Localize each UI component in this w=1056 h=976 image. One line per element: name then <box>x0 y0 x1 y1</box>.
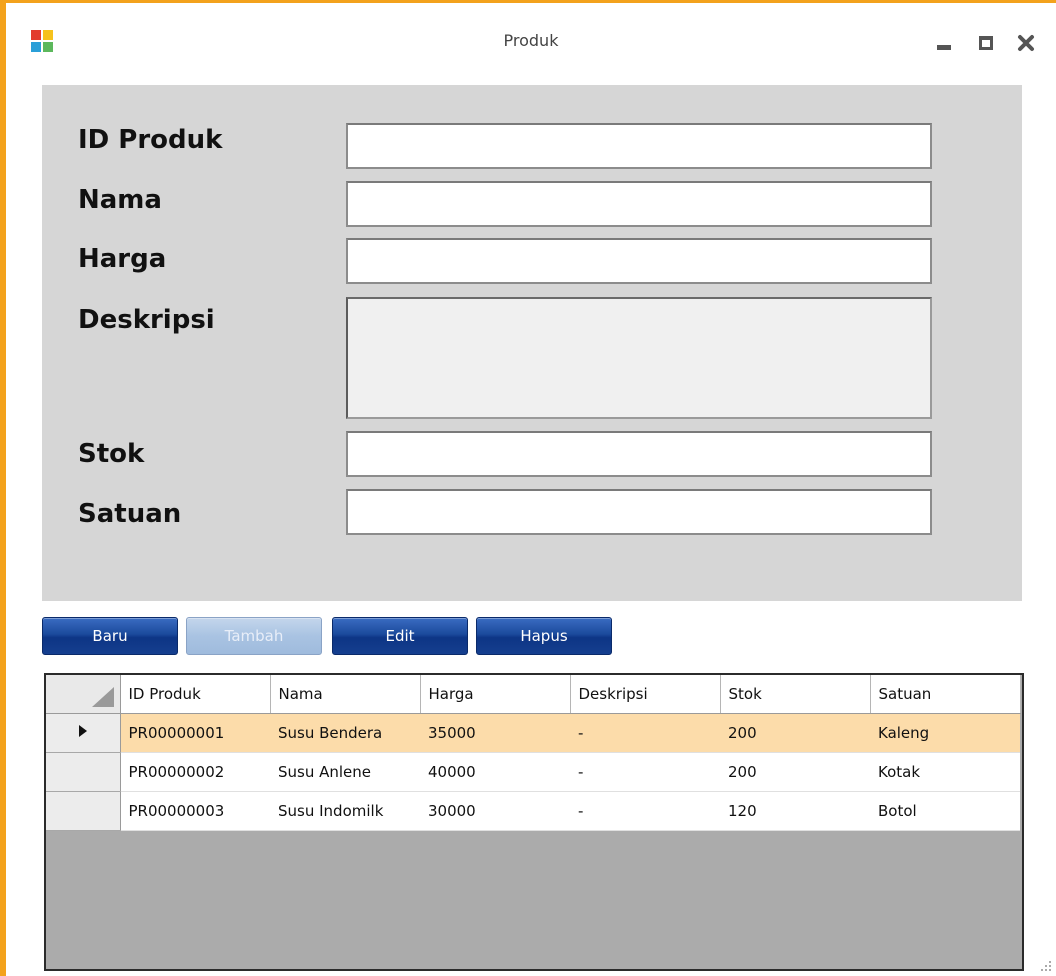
table-row[interactable]: PR00000003 Susu Indomilk 30000 - 120 Bot… <box>46 791 1020 831</box>
cell-id-produk[interactable]: PR00000003 <box>120 791 270 831</box>
stok-input[interactable] <box>346 431 932 477</box>
cell-nama[interactable]: Susu Anlene <box>270 752 420 792</box>
column-header-id-produk[interactable]: ID Produk <box>120 675 271 714</box>
edit-button[interactable]: Edit <box>332 617 468 655</box>
maximize-icon[interactable] <box>976 33 996 53</box>
satuan-label: Satuan <box>78 499 182 529</box>
resize-grip-icon[interactable] <box>1040 960 1052 972</box>
cell-id-produk[interactable]: PR00000002 <box>120 752 270 792</box>
cell-harga[interactable]: 30000 <box>420 791 570 831</box>
title-bar[interactable]: Produk <box>6 3 1056 83</box>
satuan-input[interactable] <box>346 489 932 535</box>
hapus-button[interactable]: Hapus <box>476 617 612 655</box>
produk-window: Produk ID Produk Nama Harga Deskripsi St… <box>0 0 1056 976</box>
close-icon[interactable] <box>1016 33 1036 53</box>
baru-button[interactable]: Baru <box>42 617 178 655</box>
cell-stok[interactable]: 120 <box>720 791 870 831</box>
cell-satuan[interactable]: Kotak <box>870 752 1020 792</box>
column-header-satuan[interactable]: Satuan <box>870 675 1021 714</box>
cell-stok[interactable]: 200 <box>720 713 870 753</box>
nama-input[interactable] <box>346 181 932 227</box>
cell-id-produk[interactable]: PR00000001 <box>120 713 270 753</box>
column-header-deskripsi[interactable]: Deskripsi <box>570 675 721 714</box>
row-header[interactable] <box>46 791 121 831</box>
column-header-harga[interactable]: Harga <box>420 675 571 714</box>
cell-deskripsi[interactable]: - <box>570 752 720 792</box>
grid-header-row: ID Produk Nama Harga Deskripsi Stok Satu… <box>46 675 1021 714</box>
nama-label: Nama <box>78 185 162 215</box>
id-produk-input[interactable] <box>346 123 932 169</box>
row-header[interactable] <box>46 752 121 792</box>
cell-satuan[interactable]: Kaleng <box>870 713 1020 753</box>
cell-stok[interactable]: 200 <box>720 752 870 792</box>
cell-deskripsi[interactable]: - <box>570 713 720 753</box>
select-all-corner[interactable] <box>46 675 121 714</box>
row-header[interactable] <box>46 713 121 753</box>
cell-harga[interactable]: 40000 <box>420 752 570 792</box>
cell-satuan[interactable]: Botol <box>870 791 1020 831</box>
stok-label: Stok <box>78 439 145 469</box>
product-form-panel: ID Produk Nama Harga Deskripsi Stok Satu… <box>42 85 1022 601</box>
harga-input[interactable] <box>346 238 932 284</box>
column-header-stok[interactable]: Stok <box>720 675 871 714</box>
cell-nama[interactable]: Susu Indomilk <box>270 791 420 831</box>
deskripsi-label: Deskripsi <box>78 305 215 335</box>
cell-nama[interactable]: Susu Bendera <box>270 713 420 753</box>
deskripsi-textarea[interactable] <box>346 297 932 419</box>
cell-deskripsi[interactable]: - <box>570 791 720 831</box>
product-data-grid[interactable]: ID Produk Nama Harga Deskripsi Stok Satu… <box>44 673 1024 971</box>
column-header-nama[interactable]: Nama <box>270 675 421 714</box>
tambah-button[interactable]: Tambah <box>186 617 322 655</box>
cell-harga[interactable]: 35000 <box>420 713 570 753</box>
table-row[interactable]: PR00000001 Susu Bendera 35000 - 200 Kale… <box>46 713 1020 753</box>
id-produk-label: ID Produk <box>78 125 223 155</box>
window-title: Produk <box>503 31 559 50</box>
table-row[interactable]: PR00000002 Susu Anlene 40000 - 200 Kotak <box>46 752 1020 792</box>
harga-label: Harga <box>78 244 167 274</box>
minimize-icon[interactable] <box>934 33 954 53</box>
current-row-arrow-icon <box>78 724 87 737</box>
corner-triangle-icon <box>91 686 114 707</box>
